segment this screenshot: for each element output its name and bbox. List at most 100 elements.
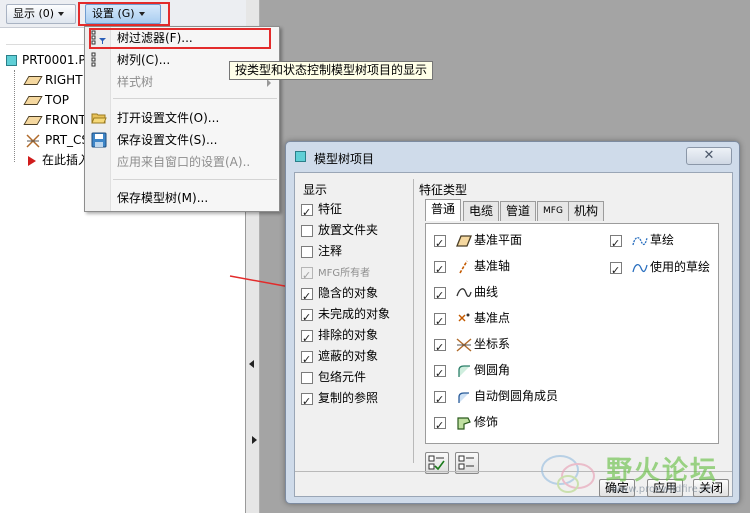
menu-item-save-settings-file[interactable]: 保存设置文件(S)...	[85, 129, 279, 151]
feature-type-label: 使用的草绘	[650, 260, 711, 274]
chevron-down-icon	[58, 12, 65, 16]
menu-item-save-model-tree[interactable]: 保存模型树(M)...	[85, 187, 279, 209]
curve-icon	[456, 287, 472, 297]
display-menu-label: 显示 (0)	[13, 7, 55, 20]
feature-type-option[interactable]: 使用的草绘	[610, 257, 711, 281]
display-option[interactable]: 排除的对象	[301, 325, 379, 349]
cosmetic-icon	[457, 416, 471, 430]
checkbox[interactable]	[610, 233, 622, 254]
auto-round-icon	[458, 391, 469, 403]
feature-type-option[interactable]: 草绘	[610, 230, 674, 254]
round-icon	[458, 364, 470, 377]
checkbox[interactable]	[301, 328, 313, 349]
datum-plane-icon	[23, 116, 43, 125]
feature-type-option[interactable]: 坐标系	[434, 334, 510, 358]
checkbox[interactable]	[301, 286, 313, 307]
feature-types-area: 普通 电缆 管道 MFG 机构 基准平面基准轴曲线基准点坐标系倒圆角自动倒圆角成…	[419, 173, 729, 474]
display-option[interactable]: 包络元件	[301, 367, 366, 388]
tree-item-top[interactable]: TOP	[23, 90, 69, 110]
used-sketch-icon	[632, 263, 648, 272]
checkbox[interactable]	[434, 311, 446, 332]
save-disk-icon	[91, 132, 107, 148]
checkbox[interactable]	[301, 371, 313, 384]
feature-type-option[interactable]: 修饰	[434, 412, 499, 436]
feature-tabs: 普通 电缆 管道 MFG 机构	[425, 199, 719, 223]
display-option[interactable]: 复制的参照	[301, 388, 379, 412]
tab-mechanism[interactable]: 机构	[568, 201, 605, 221]
checkbox[interactable]	[301, 224, 313, 237]
open-folder-icon	[91, 110, 107, 126]
display-option[interactable]: 特征	[301, 199, 342, 223]
checkbox[interactable]	[434, 233, 446, 254]
watermark-logo: 野火论坛 www.proewildfire.cn	[538, 444, 748, 504]
checkbox[interactable]	[434, 415, 446, 436]
tree-item-front[interactable]: FRONT	[23, 110, 86, 130]
display-option-label: 复制的参照	[318, 391, 379, 405]
display-option[interactable]: 放置文件夹	[301, 220, 378, 241]
display-option-label: 遮蔽的对象	[318, 349, 379, 363]
checkbox[interactable]	[610, 260, 622, 281]
display-option[interactable]: 未完成的对象	[301, 304, 391, 328]
tab-label: 管道	[506, 204, 531, 218]
tab-mfg[interactable]: MFG	[537, 201, 569, 221]
tab-piping[interactable]: 管道	[500, 201, 537, 221]
menu-item-label: 打开设置文件(O)...	[117, 111, 220, 125]
feature-type-option[interactable]: 倒圆角	[434, 360, 511, 384]
coordinate-system-icon	[26, 133, 40, 148]
tree-item-insert-here[interactable]: 在此插入	[28, 150, 90, 170]
checkbox[interactable]	[434, 389, 446, 410]
display-option-label: 排除的对象	[318, 328, 379, 342]
feature-type-label: 倒圆角	[474, 363, 511, 377]
display-menu-button[interactable]: 显示 (0)	[6, 4, 76, 24]
checkbox[interactable]	[301, 349, 313, 370]
menu-item-label: 保存设置文件(S)...	[117, 133, 218, 147]
tab-general[interactable]: 普通	[425, 199, 462, 221]
group-divider	[413, 179, 414, 463]
checkbox[interactable]	[434, 363, 446, 384]
checkbox	[301, 265, 313, 286]
sketch-icon	[632, 236, 648, 245]
tree-item-right[interactable]: RIGHT	[23, 70, 83, 90]
feature-list-right: 草绘使用的草绘	[610, 230, 714, 290]
tree-root[interactable]: PRT0001.P	[6, 50, 86, 70]
dialog-close-button[interactable]: ✕	[686, 147, 732, 165]
feature-type-option[interactable]: 基准平面	[434, 230, 522, 254]
tree-columns-icon	[91, 52, 107, 68]
display-option[interactable]: 隐含的对象	[301, 283, 379, 307]
feature-type-option[interactable]: 基准点	[434, 308, 511, 332]
feature-type-option[interactable]: 自动倒圆角成员	[434, 386, 558, 410]
datum-plane-icon	[456, 234, 472, 247]
tab-label: 机构	[574, 204, 599, 218]
tab-cable[interactable]: 电缆	[463, 201, 500, 221]
checkbox[interactable]	[434, 285, 446, 306]
tree-item-csys[interactable]: PRT_CS	[26, 130, 89, 150]
tree-item-label: FRONT	[45, 113, 86, 127]
feature-type-option[interactable]: 曲线	[434, 282, 499, 306]
display-group-label: 显示	[303, 183, 328, 197]
collapse-left-icon[interactable]	[249, 360, 254, 368]
feature-type-label: 基准点	[474, 311, 511, 325]
part-icon	[6, 55, 17, 66]
model-tree-toolbar: 显示 (0) 设置 (G)	[0, 0, 246, 28]
datum-point-icon	[458, 313, 470, 321]
feature-type-option[interactable]: 基准轴	[434, 256, 510, 280]
feature-type-label: 曲线	[474, 285, 499, 299]
checkbox[interactable]	[301, 202, 313, 223]
checkbox[interactable]	[301, 307, 313, 328]
menu-item-open-settings-file[interactable]: 打开设置文件(O)...	[85, 107, 279, 129]
display-option[interactable]: 遮蔽的对象	[301, 346, 379, 370]
display-option-label: 隐含的对象	[318, 286, 379, 300]
expand-right-icon[interactable]	[252, 436, 257, 444]
display-option[interactable]: 注释	[301, 241, 342, 262]
menu-item-apply-window-settings[interactable]: 应用来自窗口的设置(A)..	[85, 151, 279, 173]
checkbox[interactable]	[301, 391, 313, 412]
display-option-label: 注释	[318, 244, 343, 258]
tree-connector	[14, 70, 15, 162]
checkbox[interactable]	[301, 245, 313, 258]
csys-icon	[456, 337, 472, 352]
checkbox[interactable]	[434, 337, 446, 358]
checkbox[interactable]	[434, 259, 446, 280]
display-option-label: 未完成的对象	[318, 307, 391, 321]
feature-type-label: 修饰	[474, 415, 499, 429]
feature-list-left: 基准平面基准轴曲线基准点坐标系倒圆角自动倒圆角成员修饰	[434, 230, 604, 440]
